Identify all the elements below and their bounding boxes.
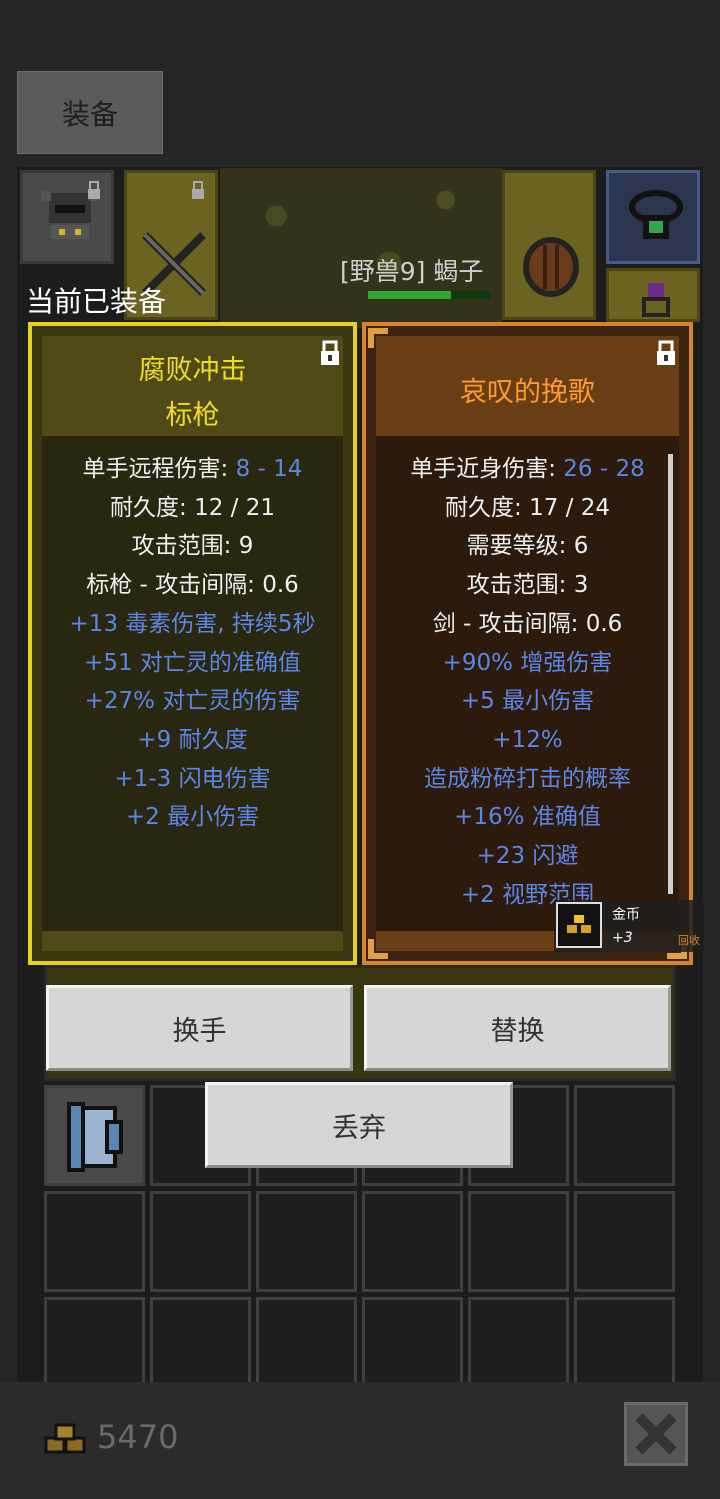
stat-line: 标枪 - 攻击间隔: 0.6 — [86, 572, 299, 599]
mod-line: +12% — [492, 726, 563, 753]
inventory-slot[interactable] — [362, 1191, 463, 1292]
lock-icon[interactable] — [655, 340, 677, 366]
corner-ornament-icon — [368, 939, 388, 959]
card-footer — [42, 931, 343, 951]
helmet-slot[interactable] — [20, 170, 114, 264]
lock-icon — [192, 181, 204, 199]
swap-hand-button[interactable]: 换手 — [46, 985, 353, 1071]
stat-line: 耐久度: 12 / 21 — [110, 494, 275, 521]
mod-line: +27% 对亡灵的伤害 — [84, 688, 301, 715]
amulet-icon — [629, 190, 683, 239]
stat-label: 单手远程伤害: — [82, 456, 236, 482]
scrollbar[interactable] — [668, 454, 673, 894]
ring-slot[interactable] — [606, 268, 700, 322]
section-label-equipped: 当前已装备 — [26, 285, 167, 318]
inventory-slot[interactable] — [468, 1191, 569, 1292]
close-icon — [635, 1413, 677, 1455]
gold-item-slot — [556, 902, 602, 948]
shield-icon — [523, 237, 579, 297]
tab-equipment[interactable]: 装备 — [17, 71, 163, 154]
mod-line: +5 最小伤害 — [460, 688, 595, 715]
mod-line: +9 耐久度 — [137, 726, 248, 753]
inventory-slot[interactable] — [150, 1191, 251, 1292]
item-name: 哀叹的挽歌 — [460, 377, 595, 408]
recycle-item-name: 金币 — [612, 907, 640, 923]
stat-line: 单手远程伤害: 8 - 14 — [32, 450, 353, 489]
lock-icon — [88, 181, 100, 199]
scroll-icon — [67, 1102, 123, 1172]
inventory-slot[interactable] — [574, 1191, 675, 1292]
stat-value: 26 - 28 — [563, 456, 645, 482]
item-name: 腐败冲击 — [138, 355, 247, 386]
discard-button[interactable]: 丢弃 — [205, 1082, 513, 1168]
replace-button[interactable]: 替换 — [364, 985, 671, 1071]
mod-line: +51 对亡灵的准确值 — [84, 649, 301, 676]
inventory-slot[interactable] — [256, 1191, 357, 1292]
mod-line: +23 闪避 — [476, 843, 579, 870]
mod-line: +2 最小伤害 — [125, 804, 260, 831]
close-button[interactable] — [624, 1402, 688, 1466]
stat-line: 需要等级: 6 — [466, 533, 589, 560]
inventory-slot-scroll[interactable] — [44, 1085, 145, 1186]
mod-line: +1-3 闪电伤害 — [114, 765, 271, 792]
corner-ornament-icon — [368, 328, 388, 348]
ring-icon — [642, 283, 670, 317]
gold-coins-icon — [565, 913, 593, 935]
stat-label: 单手近身伤害: — [410, 456, 564, 482]
gold-coins-icon — [44, 1423, 86, 1454]
amulet-slot[interactable] — [606, 170, 700, 264]
inventory-slot[interactable] — [574, 1085, 675, 1186]
mod-line: +90% 增强伤害 — [442, 649, 613, 676]
enemy-label: [野兽9] 蝎子 — [340, 257, 484, 286]
recycle-action[interactable]: 回收 — [678, 932, 700, 948]
inventory-slot[interactable] — [44, 1191, 145, 1292]
stat-line: 耐久度: 17 / 24 — [445, 494, 610, 521]
item-type: 标枪 — [165, 400, 220, 431]
recycle-popup[interactable]: 金币 +3 回收 — [554, 900, 704, 952]
mod-line: +16% 准确值 — [454, 804, 601, 831]
stat-line: 剑 - 攻击间隔: 0.6 — [432, 610, 623, 637]
item-stats: 单手近身伤害: 26 - 28 耐久度: 17 / 24 需要等级: 6 攻击范… — [366, 450, 689, 914]
gold-amount: 5470 — [97, 1418, 179, 1456]
new-item-card: 哀叹的挽歌 单手近身伤害: 26 - 28 耐久度: 17 / 24 需要等级:… — [362, 322, 693, 965]
mod-line: 造成粉碎打击的概率 — [424, 765, 631, 792]
stat-value: 8 - 14 — [235, 456, 303, 482]
stat-line: 攻击范围: 9 — [131, 533, 254, 560]
mod-line: +13 毒素伤害, 持续5秒 — [69, 610, 316, 637]
stat-line: 攻击范围: 3 — [466, 572, 589, 599]
stat-line: 单手近身伤害: 26 - 28 — [366, 450, 689, 489]
equipped-item-card: 腐败冲击 标枪 单手远程伤害: 8 - 14 耐久度: 12 / 21 攻击范围… — [28, 322, 357, 965]
scene-view — [220, 168, 502, 328]
enemy-health-fill — [368, 291, 451, 299]
enemy-health-bar — [368, 291, 490, 299]
shield-slot[interactable] — [502, 170, 596, 320]
item-stats: 单手远程伤害: 8 - 14 耐久度: 12 / 21 攻击范围: 9 标枪 -… — [32, 450, 353, 837]
recycle-amount: +3 — [612, 930, 633, 946]
